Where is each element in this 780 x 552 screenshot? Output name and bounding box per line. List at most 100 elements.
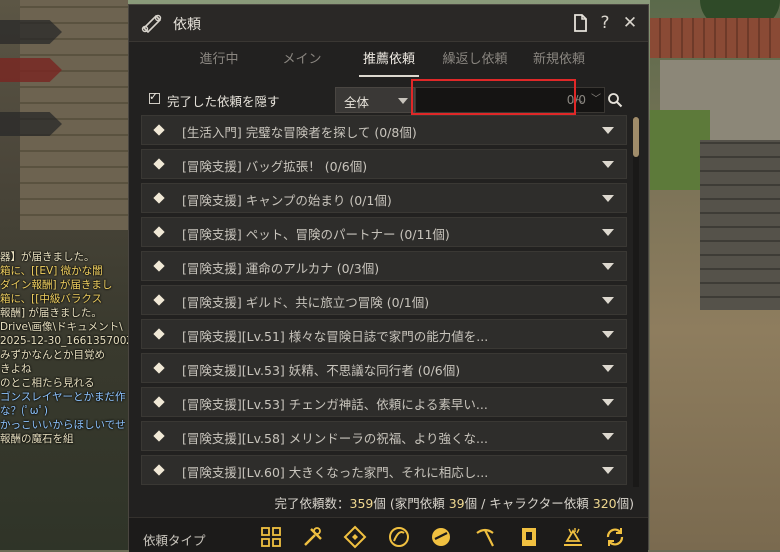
chat-line: な？(ﾟωﾟ) [0,405,48,417]
chat-line: ゴンスレイヤーとかまだ作 [0,391,126,403]
chat-line: きよね [0,363,32,375]
diamond-icon [153,158,165,170]
expand-icon[interactable] [602,161,614,168]
roof [650,18,780,58]
diamond-icon [153,464,165,476]
quest-row[interactable]: [冒険支援][Lv.53] 妖精、不思議な同行者 (0/6個) [141,353,627,383]
hide-completed-checkbox[interactable] [149,90,160,104]
expand-icon[interactable] [602,433,614,440]
refresh-icon[interactable] [603,525,627,549]
document-icon[interactable] [569,12,591,34]
summary-family: 39 [448,496,465,511]
quest-row[interactable]: [冒険支援][Lv.51] 様々な冒険日誌で家門の能力値を... [141,319,627,349]
tab-in-progress[interactable]: 進行中 [189,41,249,77]
quest-list: [生活入門] 完璧な冒険者を探して (0/8個) [冒険支援] バッグ拡張！ (… [141,115,627,487]
quest-title: [冒険支援] バッグ拡張！ (0/6個) [182,159,368,174]
chat-line: かっこいいからほしいでせ [0,419,126,431]
quest-row[interactable]: [冒険支援][Lv.53] チェンガ神話、依頼による素早い... [141,387,627,417]
quest-row[interactable]: [冒険支援] ギルド、共に旅立つ冒険 (0/1個) [141,285,627,315]
hud-arrow-red[interactable] [0,58,62,82]
quest-title: [冒険支援][Lv.58] メリンドーラの祝福、より強くな... [182,431,488,446]
title-bar[interactable]: 依頼 ? ✕ [129,5,648,42]
hide-completed-label[interactable]: 完了した依頼を隠す [167,91,280,110]
expand-icon[interactable] [602,229,614,236]
highlight-box [411,79,576,115]
expand-icon[interactable] [602,399,614,406]
stone-wall [700,140,780,310]
quest-row[interactable]: [生活入門] 完璧な冒険者を探して (0/8個) [141,115,627,145]
scroll-quest-icon [141,14,162,33]
swirl-icon[interactable] [387,525,411,549]
tab-bar: 進行中 メイン 推薦依頼 繰返し依頼 新規依頼 [129,41,648,77]
diamond-icon [153,430,165,442]
summary-mid2: 個 / キャラクター依頼 [464,496,593,511]
grid-icon[interactable] [259,525,283,549]
window-title: 依頼 [173,17,201,33]
pickaxe-icon[interactable] [473,525,497,549]
close-icon[interactable]: ✕ [619,12,641,34]
summary-mid1: 個 (家門依頼 [373,496,449,511]
chat-line: 報酬の魔石を組 [0,433,74,445]
quest-title: [冒険支援] ペット、冒険のパートナー (0/11個) [182,227,450,242]
expand-icon[interactable] [602,263,614,270]
chat-line: 箱に、[[EV] 微かな闇 [0,265,103,277]
chevron-down-icon [398,98,408,104]
quest-type-bar: 依頼タイプ [129,517,648,552]
trade-icon[interactable] [561,525,585,549]
diamond-icon [153,124,165,136]
category-select[interactable]: 全体 [335,87,415,113]
diamond-icon [153,362,165,374]
search-icon[interactable] [607,92,623,108]
summary-prefix: 完了依頼数： [274,496,350,511]
quest-row[interactable]: [冒険支援] 運命のアルカナ (0/3個) [141,251,627,281]
expand-icon[interactable] [602,331,614,338]
book-icon[interactable] [517,525,541,549]
quest-title: [冒険支援][Lv.53] 妖精、不思議な同行者 (0/6個) [182,363,461,378]
diamond-icon [153,192,165,204]
chat-line: 箱に、[[中級バラクス [0,293,103,305]
chat-line: のとこ相たら見れる [0,377,95,389]
quest-title: [冒険支援][Lv.53] チェンガ神話、依頼による素早い... [182,397,488,412]
scrollbar-thumb[interactable] [633,117,639,157]
chat-line: 報酬] が届きました。 [0,307,102,319]
quest-row[interactable]: [冒険支援] キャンプの始まり (0/1個) [141,183,627,213]
hud-arrow[interactable] [0,20,62,44]
quest-title: [冒険支援][Lv.51] 様々な冒険日誌で家門の能力値を... [182,329,489,344]
chat-line: 2025-12-30_166135700Z.JPG [0,335,128,347]
category-select-value: 全体 [344,95,370,110]
tab-recommended[interactable]: 推薦依頼 [359,41,419,77]
tab-main[interactable]: メイン [272,41,332,77]
quest-type-label: 依頼タイプ [143,533,206,548]
chat-line: 器】が届きました。 [0,251,95,263]
quest-row[interactable]: [冒険支援] ペット、冒険のパートナー (0/11個) [141,217,627,247]
chat-log: 器】が届きました。 箱に、[[EV] 微かな闇 ダイン報酬] が届きまし 箱に、… [0,250,128,446]
diamond-icon [153,260,165,272]
hud-arrow[interactable] [0,112,62,136]
quest-row[interactable]: [冒険支援] バッグ拡張！ (0/6個) [141,149,627,179]
quest-title: [冒険支援] キャンプの始まり (0/1個) [182,193,392,208]
expand-icon[interactable] [602,195,614,202]
expand-icon[interactable] [602,297,614,304]
summary-total: 359 [349,496,374,511]
quest-row[interactable]: [冒険支援][Lv.58] メリンドーラの祝福、より強くな... [141,421,627,451]
diamond-quest-icon[interactable] [343,525,367,549]
quest-title: [冒険支援][Lv.60] 大きくなった家門、それに相応し... [182,465,489,480]
quest-row[interactable]: [冒険支援][Lv.60] 大きくなった家門、それに相応し... [141,455,627,485]
chat-line: みずかなんとか目覚め [0,349,105,361]
tab-repeat[interactable]: 繰返し依頼 [439,41,511,77]
diamond-icon [153,328,165,340]
combat-icon[interactable] [429,525,453,549]
diamond-icon [153,294,165,306]
diamond-icon [153,396,165,408]
expand-icon[interactable] [602,467,614,474]
expand-icon[interactable] [602,365,614,372]
quest-title: [冒険支援] 運命のアルカナ (0/3個) [182,261,380,276]
chat-line: ダイン報酬] が届きまし [0,279,113,291]
quest-title: [生活入門] 完璧な冒険者を探して (0/8個) [182,125,417,140]
tab-new[interactable]: 新規依頼 [527,41,591,77]
tools-icon[interactable] [301,525,325,549]
scrollbar[interactable] [633,117,639,487]
chevron-down-icon[interactable]: ﹀ [589,90,603,105]
expand-icon[interactable] [602,127,614,134]
help-icon[interactable]: ? [594,12,616,34]
